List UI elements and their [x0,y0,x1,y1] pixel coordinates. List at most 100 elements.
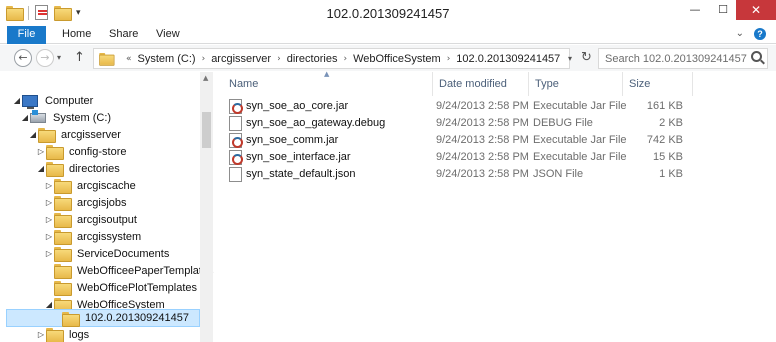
title-bar: ▾ 102.0.201309241457 — ☐ ✕ [0,0,776,27]
close-button[interactable]: ✕ [736,0,776,20]
collapsed-arrow-icon[interactable]: ▷ [44,249,54,258]
breadcrumb-arcgisserver[interactable]: arcgisserver [211,53,271,65]
tree-item-config-store[interactable]: ▷ config-store [36,143,126,160]
breadcrumb-overflow-icon[interactable]: « [126,54,132,64]
forward-button[interactable]: → [36,49,54,67]
chevron-right-icon[interactable]: › [202,54,206,64]
column-header-date[interactable]: Date modified [439,72,507,96]
column-divider[interactable] [692,72,693,96]
tree-item-arcgisjobs[interactable]: ▷ arcgisjobs [44,194,127,211]
file-row[interactable]: syn_soe_ao_core.jar 9/24/2013 2:58 PM Ex… [224,98,694,115]
file-date: 9/24/2013 2:58 PM [436,168,529,180]
collapsed-arrow-icon[interactable]: ▷ [44,215,54,224]
ribbon-tabs: File Home Share View ⌄ ? [0,26,776,44]
search-input[interactable] [599,49,747,68]
jar-file-icon [229,99,243,114]
back-button[interactable]: ← [14,49,32,67]
folder-icon [54,179,72,194]
sort-ascending-icon: ▲ [324,70,330,78]
search-box[interactable] [598,48,768,69]
breadcrumb-directories[interactable]: directories [287,53,338,65]
tree-item-label: arcgisjobs [77,196,127,209]
column-header-type[interactable]: Type [535,72,559,96]
ribbon-controls: ⌄ ? [736,28,766,40]
file-size: 2 KB [659,117,683,129]
tree-item-webofficeplottemplates[interactable]: WebOfficePlotTemplates [54,279,197,296]
tree-item-label: logs [69,328,90,341]
tree-item-webofficeepapertemplates[interactable]: WebOfficeePaperTemplates [54,262,214,279]
expanded-arrow-icon[interactable]: ◢ [36,164,46,173]
expanded-arrow-icon[interactable]: ◢ [12,96,22,105]
expanded-arrow-icon[interactable]: ◢ [44,300,54,309]
file-date: 9/24/2013 2:58 PM [436,134,529,146]
file-row[interactable]: syn_state_default.json 9/24/2013 2:58 PM… [224,166,694,183]
folder-icon [54,264,72,279]
help-icon[interactable]: ? [754,28,766,40]
file-name: syn_soe_comm.jar [246,134,339,146]
tree-item-current-folder[interactable]: 102.0.201309241457 [6,309,200,327]
collapsed-arrow-icon[interactable]: ▷ [44,181,54,190]
collapsed-arrow-icon[interactable]: ▷ [36,147,46,156]
tree-item-label: config-store [69,145,127,158]
file-type: JSON File [533,168,584,180]
chevron-right-icon[interactable]: › [447,54,451,64]
tree-item-arcgiscache[interactable]: ▷ arcgiscache [44,177,136,194]
file-date: 9/24/2013 2:58 PM [436,117,529,129]
tree-item-system-c[interactable]: ◢ System (C:) [20,109,111,126]
file-date: 9/24/2013 2:58 PM [436,100,529,112]
collapsed-arrow-icon[interactable]: ▷ [36,330,46,339]
tree-item-label: arcgissystem [77,230,142,243]
tree-item-arcgisserver[interactable]: ◢ arcgisserver [28,126,121,143]
expand-ribbon-icon[interactable]: ⌄ [736,28,744,40]
up-button[interactable]: ↑ [74,50,85,65]
minimize-button[interactable]: — [682,0,708,20]
column-header-name[interactable]: Name [229,72,258,96]
expanded-arrow-icon[interactable]: ◢ [20,113,30,122]
maximize-button[interactable]: ☐ [710,0,736,20]
column-header-size[interactable]: Size [629,72,650,96]
collapsed-arrow-icon[interactable]: ▷ [44,198,54,207]
navigation-scrollbar[interactable]: ▲ [200,72,213,342]
drive-icon [30,109,46,123]
breadcrumb-webofficesystem[interactable]: WebOfficeSystem [353,53,441,65]
file-row[interactable]: syn_soe_comm.jar 9/24/2013 2:58 PM Execu… [224,132,694,149]
file-row[interactable]: syn_soe_ao_gateway.debug 9/24/2013 2:58 … [224,115,694,132]
tree-item-computer[interactable]: ◢ Computer [12,92,93,109]
tab-view[interactable]: View [156,26,180,44]
tab-home[interactable]: Home [62,26,91,44]
tree-item-directories[interactable]: ◢ directories [36,160,120,177]
collapsed-arrow-icon[interactable]: ▷ [44,232,54,241]
tree-item-label: WebOfficeePaperTemplates [77,264,214,277]
recent-locations-icon[interactable]: ▾ [57,53,61,62]
expanded-arrow-icon[interactable]: ◢ [28,130,38,139]
tree-item-arcgissystem[interactable]: ▷ arcgissystem [44,228,141,245]
tab-share[interactable]: Share [109,26,138,44]
tree-item-label: arcgisoutput [77,213,137,226]
chevron-right-icon[interactable]: › [343,54,347,64]
column-divider[interactable] [528,72,529,96]
search-icon[interactable] [751,51,762,62]
column-divider[interactable] [622,72,623,96]
file-size: 15 KB [653,151,683,163]
tab-file[interactable]: File [7,26,46,44]
tree-item-arcgisoutput[interactable]: ▷ arcgisoutput [44,211,137,228]
column-divider[interactable] [432,72,433,96]
address-dropdown-icon[interactable]: ▾ [568,54,572,63]
address-row: ← → ▾ ↑ « System (C:) › arcgisserver › d… [0,45,776,71]
computer-icon [22,94,38,109]
breadcrumb-system-c[interactable]: System (C:) [138,53,196,65]
file-type: Executable Jar File [533,134,627,146]
chevron-right-icon[interactable]: › [277,54,281,64]
scrollbar-thumb[interactable] [202,112,211,148]
tree-item-servicedocuments[interactable]: ▷ ServiceDocuments [44,245,169,262]
refresh-icon[interactable]: ↻ [581,50,592,65]
scroll-up-icon[interactable]: ▲ [203,74,208,82]
jar-file-icon [229,133,243,148]
tree-item-logs[interactable]: ▷ logs [36,326,89,342]
file-size: 161 KB [646,100,683,112]
file-list: ▲ Name Date modified Type Size syn_soe_a… [214,70,776,342]
folder-icon [46,145,64,160]
address-bar[interactable]: « System (C:) › arcgisserver › directori… [93,48,570,69]
file-row[interactable]: syn_soe_interface.jar 9/24/2013 2:58 PM … [224,149,694,166]
breadcrumb-current-folder[interactable]: 102.0.201309241457 [456,53,560,65]
